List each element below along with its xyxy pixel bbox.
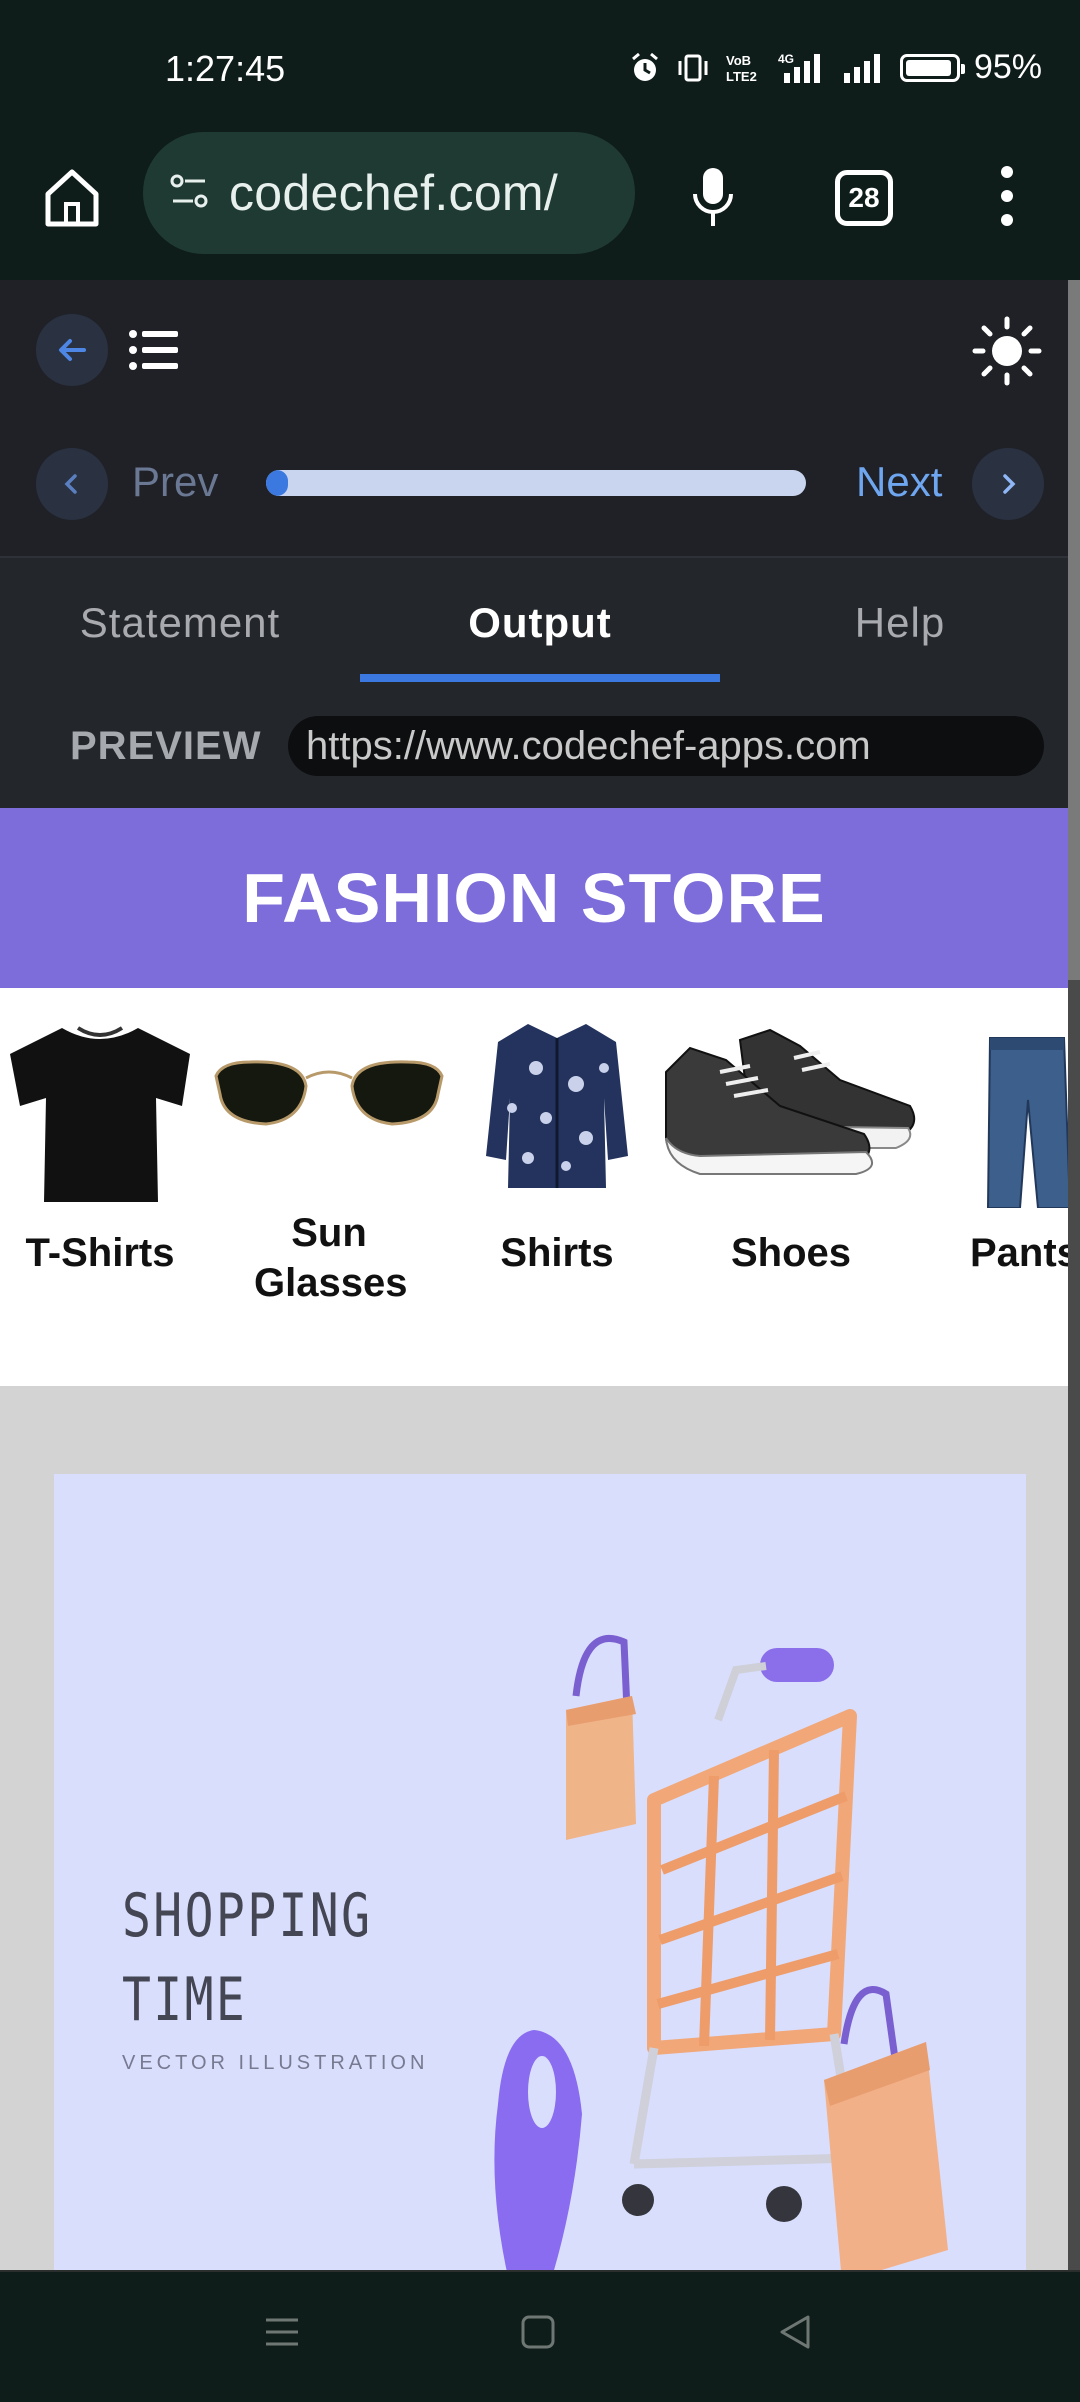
category-sunglasses[interactable]: Sun Glasses: [210, 988, 448, 1386]
triangle-back-icon: [780, 2315, 810, 2349]
category-shoes[interactable]: Shoes: [660, 988, 922, 1386]
preview-url[interactable]: https://www.codechef-apps.com: [288, 716, 1044, 776]
chevron-right-icon: [1003, 474, 1016, 494]
category-label: Shirts: [500, 1231, 614, 1275]
prev-button[interactable]: [36, 448, 108, 520]
category-label: Sun Glasses: [254, 1211, 408, 1305]
tshirt-icon: [10, 1026, 190, 1202]
theme-toggle-button[interactable]: [972, 316, 1042, 386]
store-title: FASHION STORE: [242, 859, 826, 937]
status-bar: 1:27:45 VoB LTE2 4G 95%: [0, 0, 1080, 132]
next-button[interactable]: [972, 448, 1044, 520]
battery-percent: 95%: [973, 48, 1042, 86]
site-settings-icon[interactable]: [169, 171, 209, 216]
category-tshirts[interactable]: T-Shirts: [0, 988, 200, 1386]
status-time: 1:27:45: [165, 48, 286, 89]
pants-icon: [986, 1037, 1068, 1208]
back-button[interactable]: [36, 314, 108, 386]
battery-icon: [899, 53, 965, 82]
category-label: Shoes: [730, 1231, 852, 1275]
category-pants[interactable]: Pants: [960, 988, 1068, 1386]
alarm-icon: [628, 51, 662, 85]
problem-navigation: Prev Next: [0, 420, 1068, 558]
browser-toolbar: codechef.com/ 28: [0, 132, 1080, 280]
browser-menu-button[interactable]: [995, 166, 1019, 226]
sunglasses-icon: [214, 1060, 444, 1126]
sun-icon: [972, 316, 1042, 386]
system-navigation-bar: [0, 2270, 1080, 2402]
tab-switcher-button[interactable]: 28: [835, 170, 893, 226]
svg-text:LTE2: LTE2: [726, 69, 757, 84]
scrollbar-thumb[interactable]: [1068, 280, 1080, 980]
arrow-left-icon: [59, 339, 86, 361]
address-bar[interactable]: codechef.com/: [143, 132, 635, 254]
recents-button[interactable]: [262, 2312, 302, 2357]
preview-bar: PREVIEW https://www.codechef-apps.com: [0, 688, 1068, 808]
category-strip: T-Shirts Sun Glasses Shirts Shoes Pants: [0, 988, 1068, 1386]
status-icons: VoB LTE2 4G 95%: [628, 48, 1042, 87]
category-shirts[interactable]: Shirts: [466, 988, 648, 1386]
problem-list-button[interactable]: [128, 328, 180, 372]
mic-icon: [693, 168, 733, 226]
preview-label: PREVIEW: [70, 724, 262, 768]
next-label[interactable]: Next: [856, 458, 942, 506]
ide-toolbar: [0, 280, 1068, 420]
page-scrollbar[interactable]: [1068, 280, 1080, 2300]
svg-text:VoB: VoB: [726, 53, 751, 68]
category-label: T-Shirts: [25, 1231, 175, 1275]
voice-search-button[interactable]: [688, 164, 738, 234]
prev-label[interactable]: Prev: [132, 458, 218, 506]
store-header: FASHION STORE: [0, 808, 1068, 988]
shopping-cart-illustration: [494, 1634, 948, 2300]
home-button[interactable]: [42, 162, 102, 232]
chevron-left-icon: [64, 474, 77, 494]
problem-progress-bar: [266, 470, 806, 496]
signal-icon: [842, 51, 886, 85]
battery-level: [905, 59, 952, 76]
progress-fill: [266, 470, 288, 496]
network-type: 4G: [778, 52, 794, 66]
codechef-ide: Prev Next Statement Output Help PREVIEW …: [0, 280, 1068, 2300]
vibrate-icon: [676, 51, 710, 85]
back-nav-button[interactable]: [776, 2312, 816, 2357]
square-icon: [521, 2315, 555, 2349]
home-icon: [45, 169, 99, 227]
url-text[interactable]: codechef.com/: [229, 164, 609, 222]
tab-statement[interactable]: Statement: [0, 558, 360, 688]
category-label: Pants: [970, 1231, 1068, 1275]
signal-4g-icon: 4G: [778, 51, 828, 85]
list-icon: [129, 330, 178, 370]
shirt-icon: [486, 1024, 628, 1188]
tab-help[interactable]: Help: [720, 558, 1080, 688]
tab-bar: Statement Output Help: [0, 558, 1068, 690]
hero-banner[interactable]: SHOPPING TIME VECTOR ILLUSTRATION: [54, 1474, 1026, 2300]
menu-lines-icon: [266, 2318, 298, 2346]
volte-icon: VoB LTE2: [724, 51, 764, 85]
shoes-icon: [665, 1028, 916, 1175]
active-tab-indicator: [360, 674, 720, 682]
home-nav-button[interactable]: [518, 2312, 558, 2357]
tab-output[interactable]: Output: [360, 558, 720, 688]
